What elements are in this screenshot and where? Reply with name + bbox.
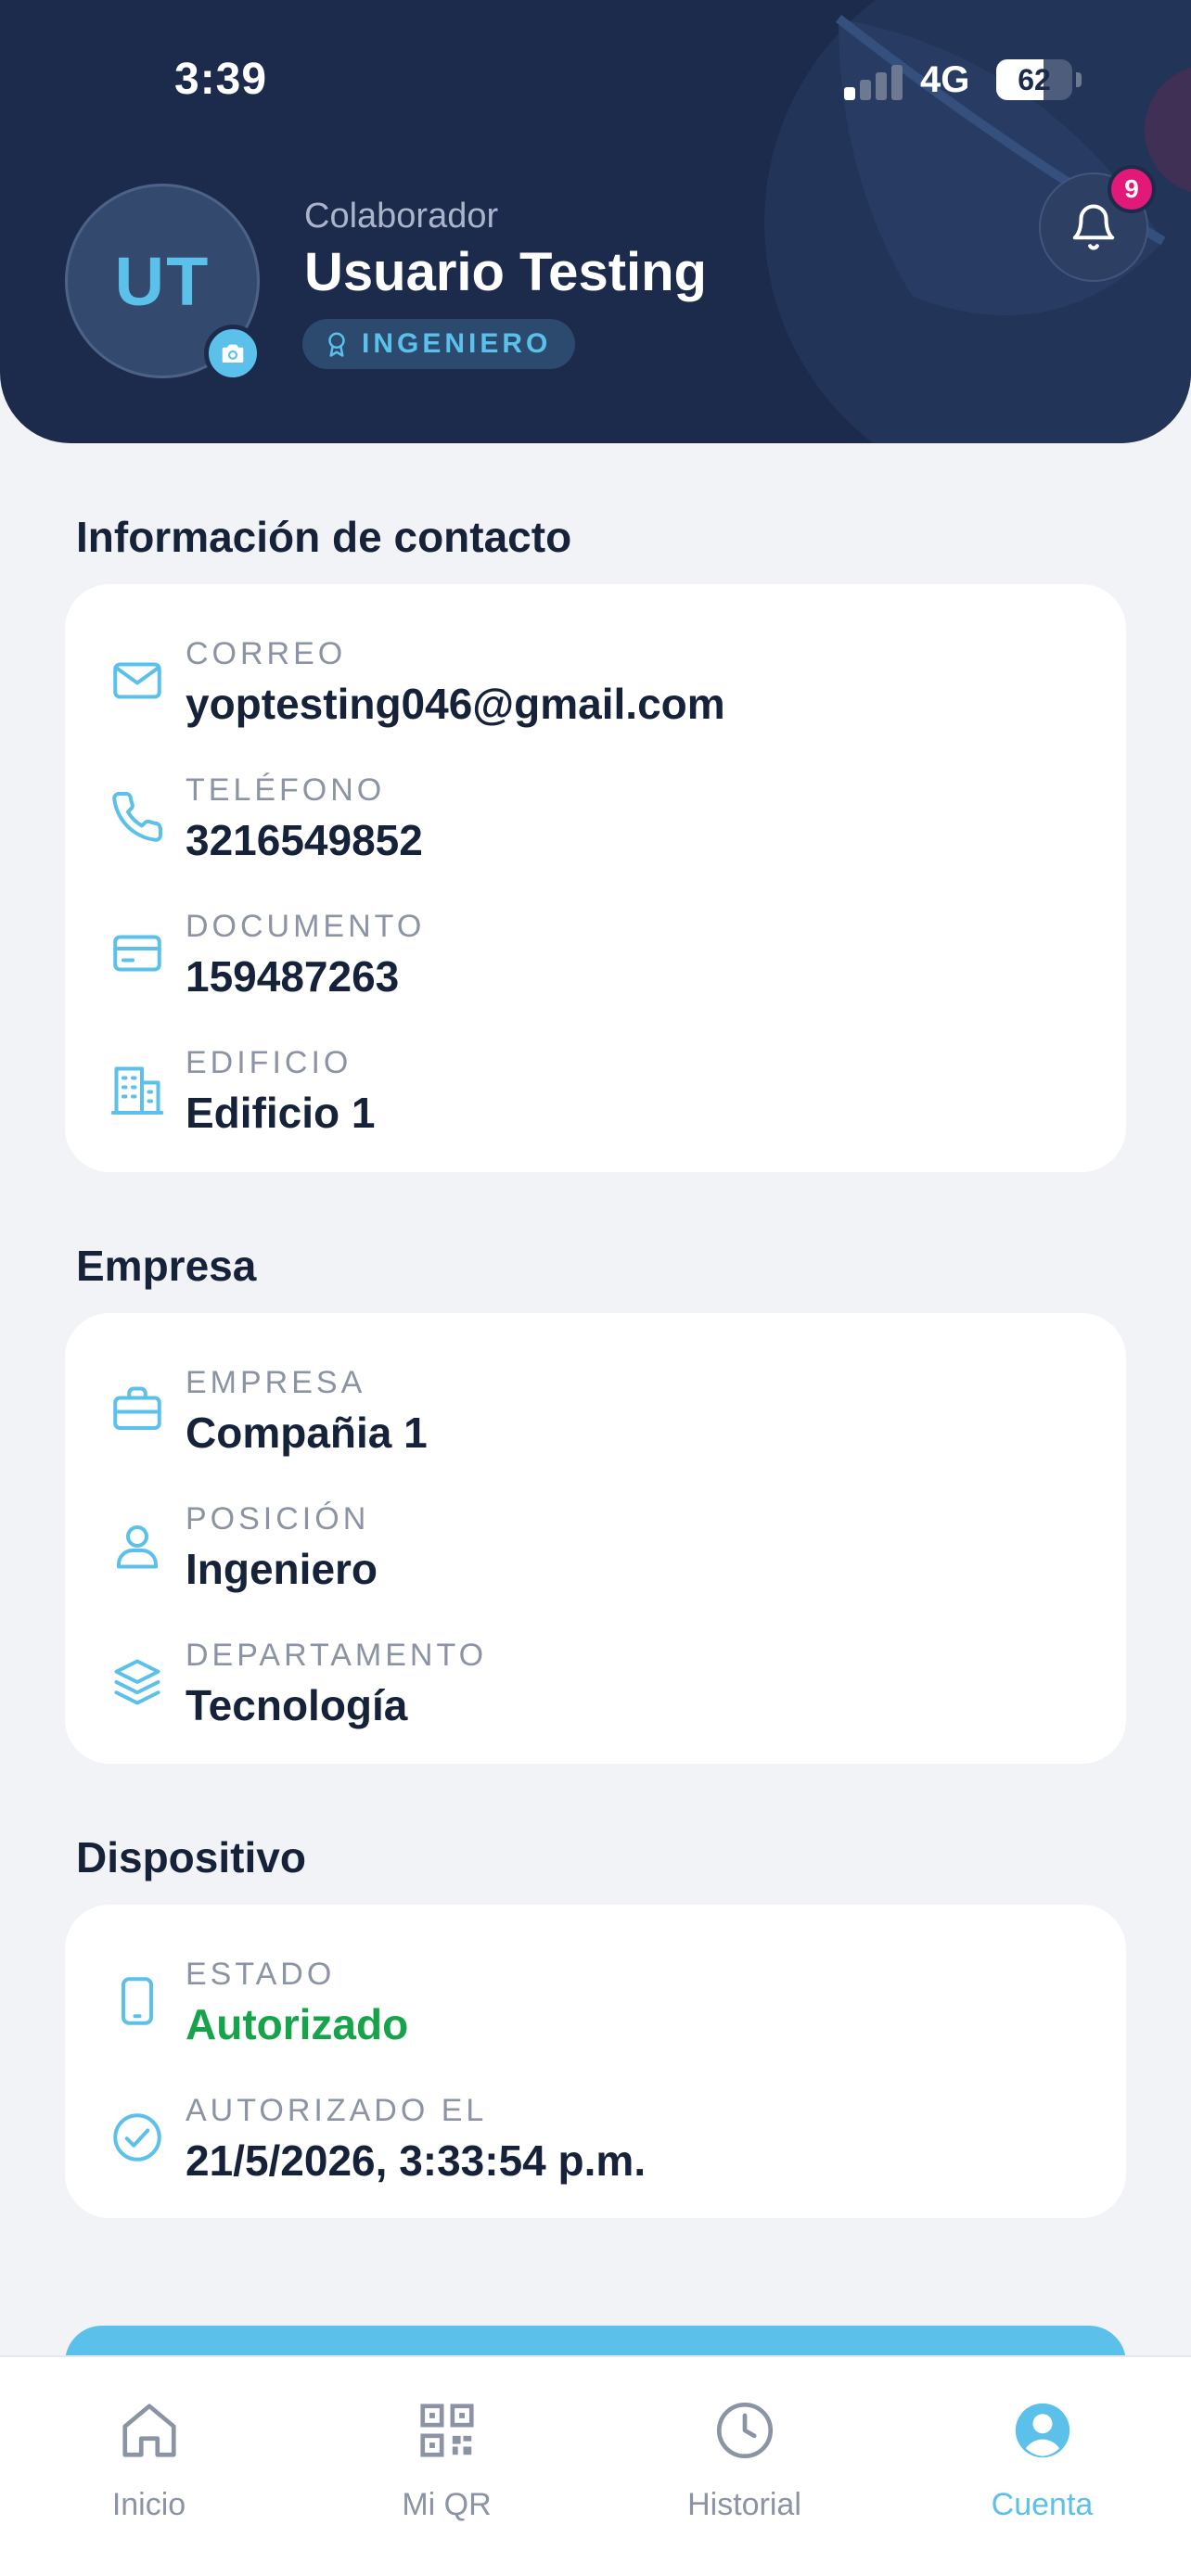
email-value: yoptesting046@gmail.com [186,680,725,728]
phone-icon [112,791,163,842]
device-row-authorized-at: AUTORIZADO EL 21/5/2026, 3:33:54 p.m. [65,2082,1126,2202]
company-row-position: POSICIÓN Ingeniero [65,1490,1126,1611]
row-label: DOCUMENTO [186,909,426,944]
user-name: Usuario Testing [304,242,707,302]
device-row-status: ESTADO Autorizado [65,1945,1126,2066]
company-card: EMPRESA Compañia 1 POSICIÓN Ingeniero DE… [65,1313,1126,1764]
bell-icon [1072,204,1115,250]
clock-icon [716,2402,774,2459]
building-value: Edificio 1 [186,1089,376,1137]
account-screen: 3:39 4G 62 UT Colaborador Usuario Testin… [0,0,1191,2576]
battery-icon: 62 [996,59,1072,100]
role-caption: Colaborador [304,197,499,236]
role-badge: INGENIERO [302,319,576,369]
contact-row-email: CORREO yoptesting046@gmail.com [65,625,1126,746]
row-label: EMPRESA [186,1365,366,1400]
briefcase-icon [113,1386,161,1430]
row-label: CORREO [186,636,347,671]
role-badge-label: INGENIERO [362,328,552,359]
contact-row-building: EDIFICIO Edificio 1 [65,1034,1126,1154]
row-label: TELÉFONO [186,772,386,808]
row-label: ESTADO [186,1957,336,1992]
contact-card: CORREO yoptesting046@gmail.com TELÉFONO … [65,584,1126,1172]
battery-level: 62 [1018,63,1051,96]
nav-label: Inicio [111,2487,186,2522]
change-photo-button[interactable] [204,325,262,382]
user-icon [117,1525,158,1569]
contact-section-title: Información de contacto [76,513,572,561]
document-value: 159487263 [186,952,400,1001]
nav-item-inicio[interactable]: Inicio [0,2357,298,2576]
avatar-initials: UT [114,242,211,320]
award-icon [328,332,345,357]
nav-label: Mi QR [402,2487,492,2522]
bottom-navigation: Inicio Mi QR Historial Cuenta [0,2355,1191,2576]
company-section-title: Empresa [76,1242,257,1290]
building-icon [110,1066,164,1115]
phone-value: 3216549852 [186,816,423,864]
status-bar-time: 3:39 [174,55,268,104]
nav-label: Historial [687,2487,801,2522]
check-circle-icon [113,2113,161,2162]
network-type: 4G [920,59,970,100]
row-label: EDIFICIO [186,1045,352,1080]
id-card-icon [113,935,161,972]
nav-item-cuenta[interactable]: Cuenta [893,2357,1191,2576]
row-label: POSICIÓN [186,1501,370,1537]
nav-label: Cuenta [991,2487,1094,2522]
smartphone-icon [122,1977,153,2025]
notification-count-badge: 9 [1108,165,1156,213]
device-status-value: Autorizado [186,2000,409,2048]
company-row-department: DEPARTAMENTO Tecnología [65,1626,1126,1747]
nav-item-mi-qr[interactable]: Mi QR [298,2357,596,2576]
layers-icon [114,1659,160,1705]
account-icon [1015,2403,1070,2458]
device-card: ESTADO Autorizado AUTORIZADO EL 21/5/202… [65,1905,1126,2218]
cellular-signal-icon [844,63,903,100]
position-value: Ingeniero [186,1545,378,1593]
row-label: AUTORIZADO EL [186,2093,488,2128]
mail-icon [113,662,161,699]
home-icon [122,2404,176,2457]
authorized-at-value: 21/5/2026, 3:33:54 p.m. [186,2136,647,2185]
company-value: Compañia 1 [186,1409,428,1457]
company-row-company: EMPRESA Compañia 1 [65,1354,1126,1474]
device-section-title: Dispositivo [76,1833,306,1881]
contact-row-document: DOCUMENTO 159487263 [65,898,1126,1018]
qr-code-icon [420,2404,474,2457]
contact-row-phone: TELÉFONO 3216549852 [65,761,1126,882]
profile-header: 3:39 4G 62 UT Colaborador Usuario Testin… [0,0,1191,443]
battery-nub [1076,72,1082,87]
department-value: Tecnología [186,1681,408,1729]
camera-icon [222,344,244,363]
row-label: DEPARTAMENTO [186,1638,488,1673]
nav-item-historial[interactable]: Historial [596,2357,893,2576]
